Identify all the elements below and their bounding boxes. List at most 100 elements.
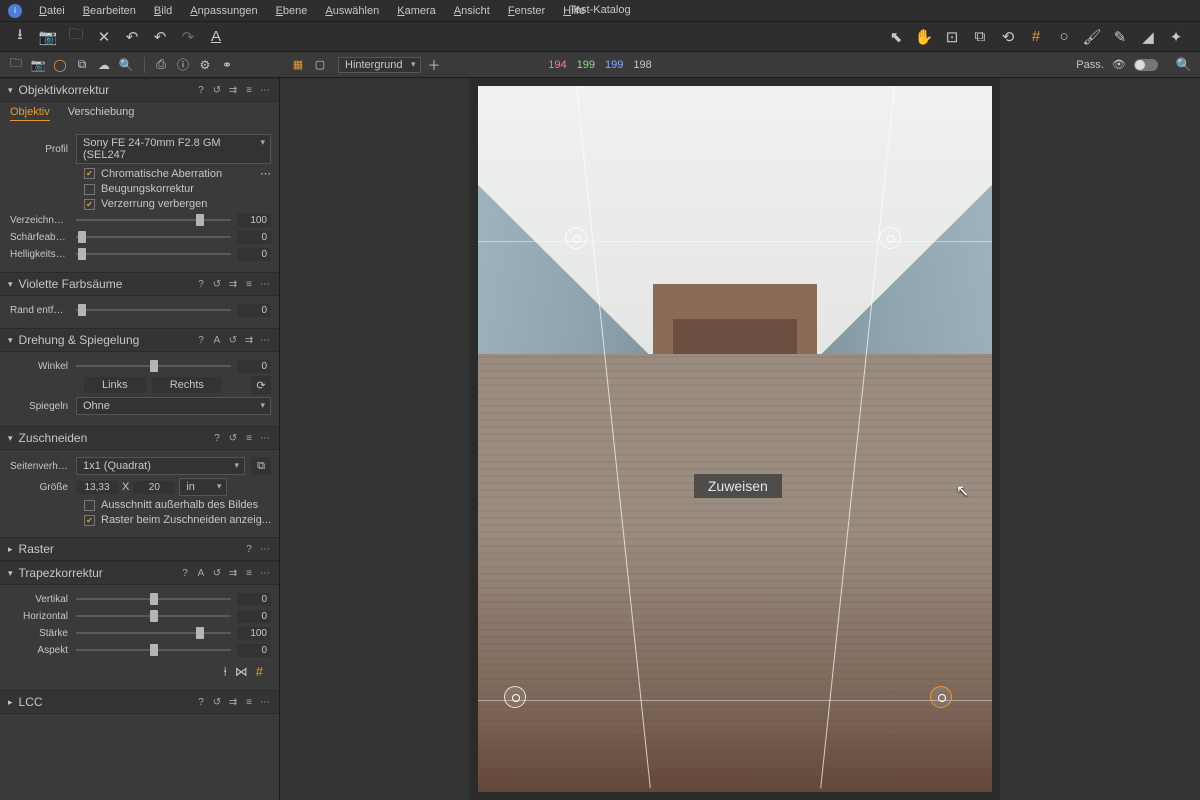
more-icon[interactable]: ⋯ — [259, 697, 271, 708]
defringe-value[interactable]: 0 — [237, 304, 271, 317]
keystone-vertical-icon[interactable]: ⍿ — [223, 664, 226, 680]
chevron-down-icon[interactable]: ▾ — [8, 433, 13, 444]
defringe-slider[interactable] — [76, 303, 231, 317]
help-icon[interactable]: ? — [195, 85, 207, 96]
tab-crop-icon[interactable]: ⧉ — [72, 55, 92, 75]
preset-icon[interactable]: ≡ — [243, 568, 255, 579]
aspect-value[interactable]: 0 — [237, 644, 271, 657]
more-icon[interactable]: ⋯ — [259, 433, 271, 444]
tab-output-icon[interactable]: ⎙ — [151, 55, 171, 75]
chevron-down-icon[interactable]: ▾ — [8, 279, 13, 290]
preset-icon[interactable]: ≡ — [243, 697, 255, 708]
strength-value[interactable]: 100 — [237, 627, 271, 640]
more-icon[interactable]: ⋯ — [260, 167, 271, 180]
rotate-right-button[interactable]: Rechts — [152, 377, 222, 393]
keystone-tool-icon[interactable]: # — [1024, 25, 1048, 49]
check-hidedistortion[interactable]: ✔ Verzerrung verbergen — [84, 198, 271, 210]
help-icon[interactable]: ? — [211, 433, 223, 444]
photo-preview[interactable]: Zuweisen ↖ — [478, 86, 992, 792]
size-height-input[interactable]: 20 — [133, 481, 175, 494]
eraser-tool-icon[interactable]: ✎ — [1108, 25, 1132, 49]
keystone-horizontal-icon[interactable]: ⋈ — [235, 664, 248, 680]
horizontal-slider[interactable] — [76, 609, 231, 623]
undo-icon[interactable]: ↶ — [120, 25, 144, 49]
section-purple-header[interactable]: ▾ Violette Farbsäume ? ↺ ⇉ ≡ ⋯ — [0, 272, 279, 296]
help-icon[interactable]: ? — [195, 335, 207, 346]
hand-tool-icon[interactable]: ✋ — [912, 25, 936, 49]
folder-icon[interactable]: 🗀 — [64, 25, 88, 49]
help-icon[interactable]: ? — [195, 279, 207, 290]
help-icon[interactable]: ? — [179, 568, 191, 579]
horizontal-value[interactable]: 0 — [237, 610, 271, 623]
vertical-value[interactable]: 0 — [237, 593, 271, 606]
more-icon[interactable]: ⋯ — [259, 85, 271, 96]
menu-select[interactable]: Auswählen — [316, 0, 388, 22]
menu-layer[interactable]: Ebene — [267, 0, 317, 22]
strength-slider[interactable] — [76, 626, 231, 640]
tab-info-icon[interactable]: ⓘ — [173, 55, 193, 75]
proof-eye-icon[interactable]: 👁 — [1110, 58, 1128, 72]
preset-icon[interactable]: ≡ — [243, 279, 255, 290]
text-tool-icon[interactable]: A — [204, 25, 228, 49]
reset-icon[interactable]: ↺ — [211, 568, 223, 579]
copy-icon[interactable]: ⇉ — [227, 279, 239, 290]
brush-tool-icon[interactable]: 🖌 — [1080, 25, 1104, 49]
check-diffraction[interactable]: Beugungskorrektur — [84, 183, 271, 195]
chevron-right-icon[interactable]: ▸ — [8, 697, 13, 708]
help-icon[interactable]: ? — [195, 697, 207, 708]
distortion-slider[interactable] — [76, 213, 231, 227]
chevron-down-icon[interactable]: ▾ — [8, 568, 13, 579]
preset-icon[interactable]: ≡ — [243, 85, 255, 96]
reset-icon[interactable]: ↺ — [211, 85, 223, 96]
keystone-grid-icon[interactable]: # — [256, 664, 263, 680]
check-chromatic[interactable]: ✔ Chromatische Aberration ⋯ — [84, 167, 271, 180]
more-icon[interactable]: ⋯ — [259, 568, 271, 579]
auto-icon[interactable]: A — [211, 335, 223, 346]
menu-camera[interactable]: Kamera — [388, 0, 445, 22]
tab-cloud-icon[interactable]: ☁ — [94, 55, 114, 75]
keystone-handle-tr[interactable] — [879, 227, 901, 249]
crop-tool-icon[interactable]: ⧉ — [968, 25, 992, 49]
lightfall-value[interactable]: 0 — [237, 248, 271, 261]
tab-library-icon[interactable]: 🗀 — [6, 55, 26, 75]
undo2-icon[interactable]: ↶ — [148, 25, 172, 49]
pointer-tool-icon[interactable]: ⬉ — [884, 25, 908, 49]
discard-icon[interactable]: ✕ — [92, 25, 116, 49]
angle-slider[interactable] — [76, 359, 231, 373]
flip-select[interactable]: Ohne — [76, 397, 271, 415]
rotate-left-button[interactable]: Links — [84, 377, 146, 393]
reset-icon[interactable]: ↺ — [227, 335, 239, 346]
rotate-tool-icon[interactable]: ⟲ — [996, 25, 1020, 49]
aspect-slider[interactable] — [76, 643, 231, 657]
more-icon[interactable]: ⋯ — [259, 544, 271, 555]
view-grid-icon[interactable]: ▦ — [288, 56, 308, 74]
copy-icon[interactable]: ⇉ — [243, 335, 255, 346]
size-unit-select[interactable]: in — [179, 478, 227, 496]
tab-lens-icon[interactable]: ◯ — [50, 55, 70, 75]
ratio-select[interactable]: 1x1 (Quadrat) — [76, 457, 245, 475]
more-icon[interactable]: ⋯ — [259, 279, 271, 290]
gradient-tool-icon[interactable]: ◢ — [1136, 25, 1160, 49]
sharpfall-slider[interactable] — [76, 230, 231, 244]
import-icon[interactable]: ⭳ — [8, 25, 32, 49]
size-width-input[interactable]: 13,33 — [76, 481, 118, 494]
section-lcc-header[interactable]: ▸ LCC ? ↺ ⇉ ≡ ⋯ — [0, 690, 279, 714]
check-crop-grid[interactable]: ✔ Raster beim Zuschneiden anzeig... — [84, 514, 271, 526]
section-grid-header[interactable]: ▸ Raster ? ⋯ — [0, 537, 279, 561]
check-crop-outside[interactable]: Ausschnitt außerhalb des Bildes — [84, 499, 271, 511]
redo-icon[interactable]: ↷ — [176, 25, 200, 49]
distortion-value[interactable]: 100 — [237, 214, 271, 227]
keystone-guide-top[interactable] — [478, 241, 992, 242]
loupe-tool-icon[interactable]: ⊡ — [940, 25, 964, 49]
vertical-slider[interactable] — [76, 592, 231, 606]
proof-toggle[interactable] — [1134, 59, 1158, 71]
side-panel[interactable]: ▾ Objektivkorrektur ? ↺ ⇉ ≡ ⋯ Objektiv V… — [0, 78, 280, 800]
chevron-down-icon[interactable]: ▾ — [8, 85, 13, 96]
keystone-guide-bottom[interactable] — [478, 700, 992, 701]
auto-icon[interactable]: A — [195, 568, 207, 579]
tab-capture-icon[interactable]: 📷 — [28, 55, 48, 75]
add-layer-icon[interactable]: ＋ — [427, 55, 440, 74]
copy-icon[interactable]: ⇉ — [227, 85, 239, 96]
lightfall-slider[interactable] — [76, 247, 231, 261]
menu-file[interactable]: Datei — [30, 0, 74, 22]
